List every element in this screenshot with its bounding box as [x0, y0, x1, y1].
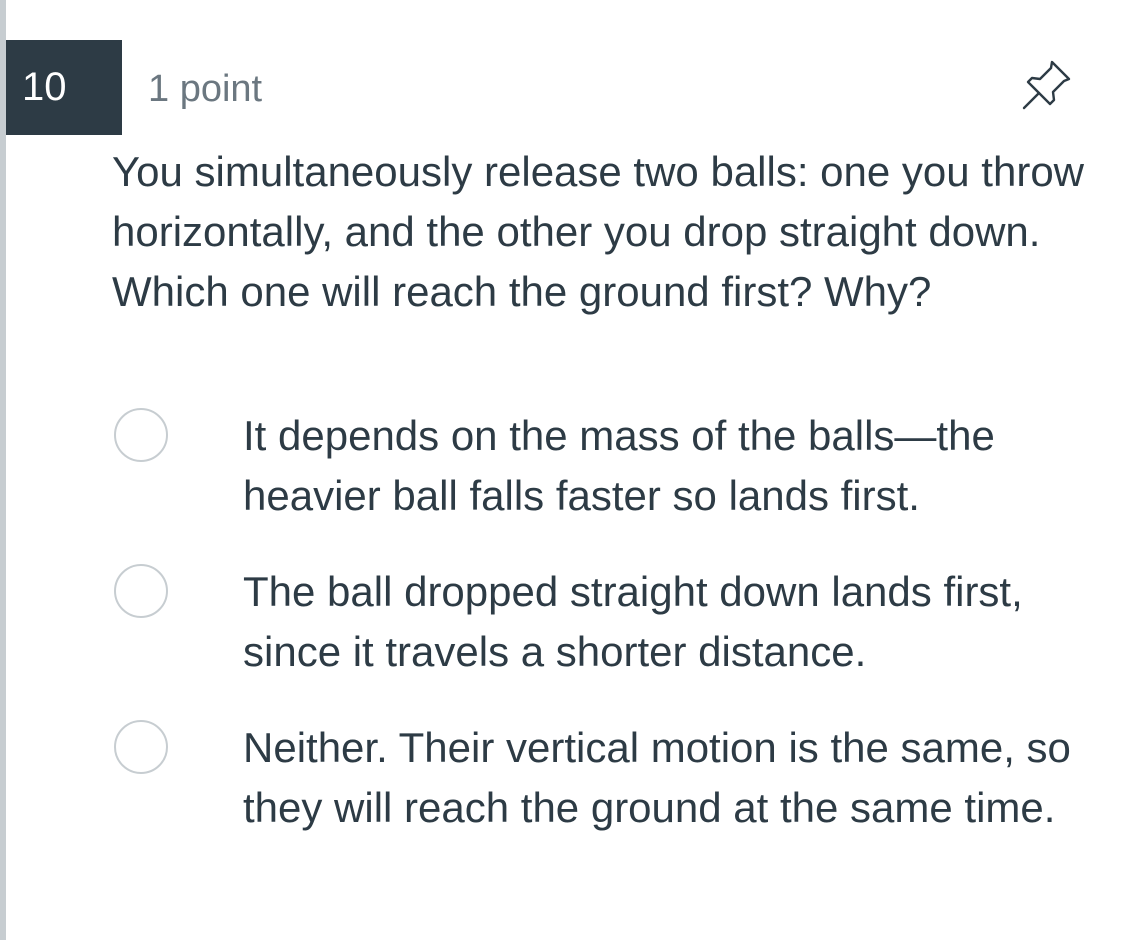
- radio-button[interactable]: [114, 720, 168, 774]
- radio-button[interactable]: [114, 564, 168, 618]
- answer-option-label: The ball dropped straight down lands fir…: [243, 568, 1023, 675]
- answer-option-label: It depends on the mass of the balls—the …: [243, 412, 995, 519]
- pin-icon[interactable]: [1012, 56, 1076, 120]
- answer-option-label: Neither. Their vertical motion is the sa…: [243, 724, 1071, 831]
- question-number-badge: 10: [6, 40, 122, 135]
- question-text: You simultaneously release two balls: on…: [112, 148, 1085, 315]
- radio-button[interactable]: [114, 408, 168, 462]
- question-left-border: [0, 0, 6, 940]
- question-points: 1 point: [148, 68, 263, 110]
